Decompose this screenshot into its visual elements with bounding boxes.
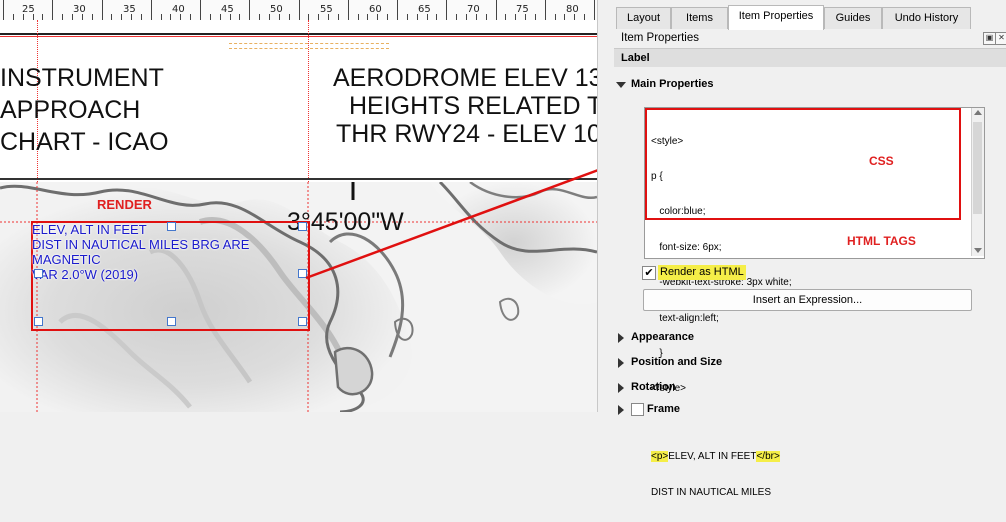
- ruler-tick: [249, 0, 251, 20]
- ruler-label: 35: [123, 4, 136, 15]
- chart-title-line: INSTRUMENT: [0, 64, 164, 92]
- label-text-line: MAGNETIC: [32, 252, 101, 267]
- panel-title: Item Properties: [621, 32, 699, 44]
- ruler-tick: [101, 0, 103, 20]
- ruler-tick: [200, 0, 201, 20]
- tab-items[interactable]: Items: [671, 7, 728, 29]
- tab-item-properties[interactable]: Item Properties: [728, 5, 824, 30]
- resize-handle[interactable]: [298, 269, 307, 278]
- ruler-tick: [594, 0, 595, 20]
- scroll-up-icon[interactable]: [974, 110, 982, 115]
- code-line: DIST IN NAUTICAL MILES: [651, 486, 772, 498]
- position-size-header[interactable]: Position and Size: [631, 356, 722, 368]
- expand-icon[interactable]: [618, 383, 624, 393]
- ruler-label: 25: [22, 4, 35, 15]
- editor-scrollbar[interactable]: [971, 108, 984, 256]
- frame-checkbox[interactable]: [631, 403, 644, 416]
- appearance-header[interactable]: Appearance: [631, 331, 694, 343]
- resize-handle[interactable]: [298, 317, 307, 326]
- aerodrome-info-line: THR RWY24 - ELEV 10: [336, 120, 597, 148]
- ruler-label: 45: [221, 4, 234, 15]
- label-text-line: VAR 2.0°W (2019): [32, 267, 139, 282]
- scrollbar-thumb[interactable]: [973, 122, 982, 214]
- expand-icon[interactable]: [618, 358, 624, 368]
- ruler-tick: [446, 0, 448, 20]
- frame-line: [0, 36, 597, 37]
- code-text: ELEV, ALT IN FEET: [668, 451, 757, 463]
- label-item-text[interactable]: ELEV, ALT IN FEET DIST IN NAUTICAL MILES…: [32, 222, 312, 282]
- chart-title-line: APPROACH: [0, 96, 141, 124]
- main-properties-header[interactable]: Main Properties: [631, 78, 714, 90]
- ruler-label: 30: [73, 4, 86, 15]
- code-line: font-size: 6px;: [651, 241, 722, 253]
- html-tags-annotation: HTML TAGS: [847, 234, 916, 248]
- properties-content: Main Properties <style> p { color:blue; …: [614, 67, 1006, 498]
- ruler-tick: [495, 0, 497, 20]
- tab-undo-history[interactable]: Undo History: [882, 7, 971, 29]
- horizontal-ruler[interactable]: 25 30 35 40 45 50 55 60 65 70 75 80: [0, 0, 597, 21]
- ruler-label: 70: [467, 4, 480, 15]
- frame-line: [0, 33, 597, 35]
- ruler-tick: [298, 0, 300, 20]
- resize-handle[interactable]: [167, 317, 176, 326]
- frame-header[interactable]: Frame: [647, 403, 680, 415]
- item-type-header: Label: [614, 48, 1006, 67]
- ruler-tick: [3, 0, 4, 20]
- expand-icon[interactable]: [618, 405, 624, 415]
- item-properties-panel: Layout Items Item Properties Guides Undo…: [597, 0, 1006, 498]
- layout-canvas[interactable]: 25 30 35 40 45 50 55 60 65 70 75 80 INST…: [0, 0, 597, 412]
- code-line: text-align:left;: [651, 312, 719, 324]
- html-tag-highlight: </br>: [756, 451, 780, 463]
- tab-layout[interactable]: Layout: [616, 7, 671, 29]
- selection-marker: [229, 43, 389, 49]
- html-tag-highlight: <p>: [651, 451, 669, 463]
- ruler-label: 50: [270, 4, 283, 15]
- ruler-tick: [52, 0, 54, 20]
- ruler-tick: [347, 0, 349, 20]
- ruler-label: 80: [566, 4, 579, 15]
- item-type-label: Label: [621, 52, 650, 64]
- expand-icon[interactable]: [618, 333, 624, 343]
- ruler-label: 40: [172, 4, 185, 15]
- resize-handle[interactable]: [167, 222, 176, 231]
- rotation-header[interactable]: Rotation: [631, 381, 676, 393]
- chart-title-line: CHART - ICAO: [0, 128, 169, 156]
- render-annotation: RENDER: [97, 197, 152, 212]
- frame-line: [0, 178, 597, 180]
- ruler-label: 65: [418, 4, 431, 15]
- ruler-label: 60: [369, 4, 382, 15]
- ruler-label: 55: [320, 4, 333, 15]
- label-text-line: DIST IN NAUTICAL MILES BRG ARE: [32, 237, 250, 252]
- ruler-tick: [150, 0, 152, 20]
- close-icon[interactable]: ✕: [995, 32, 1006, 45]
- insert-expression-button[interactable]: Insert an Expression...: [643, 289, 972, 311]
- render-as-html-label[interactable]: Render as HTML: [658, 265, 746, 280]
- tab-guides[interactable]: Guides: [824, 7, 882, 29]
- ruler-label: 75: [516, 4, 529, 15]
- resize-handle[interactable]: [298, 222, 307, 231]
- css-annotation-box: [645, 108, 961, 220]
- resize-handle[interactable]: [34, 269, 43, 278]
- scroll-down-icon[interactable]: [974, 248, 982, 253]
- resize-handle[interactable]: [34, 317, 43, 326]
- css-annotation: CSS: [869, 154, 894, 168]
- collapse-icon[interactable]: [616, 82, 626, 88]
- render-as-html-checkbox[interactable]: ✔: [642, 266, 656, 280]
- code-line: <p>ELEV, ALT IN FEET</br>: [651, 451, 792, 463]
- code-spacer: [651, 419, 792, 428]
- ruler-tick: [544, 0, 546, 20]
- ruler-tick: [397, 0, 398, 20]
- label-text-editor[interactable]: <style> p { color:blue; font-size: 6px; …: [644, 107, 985, 498]
